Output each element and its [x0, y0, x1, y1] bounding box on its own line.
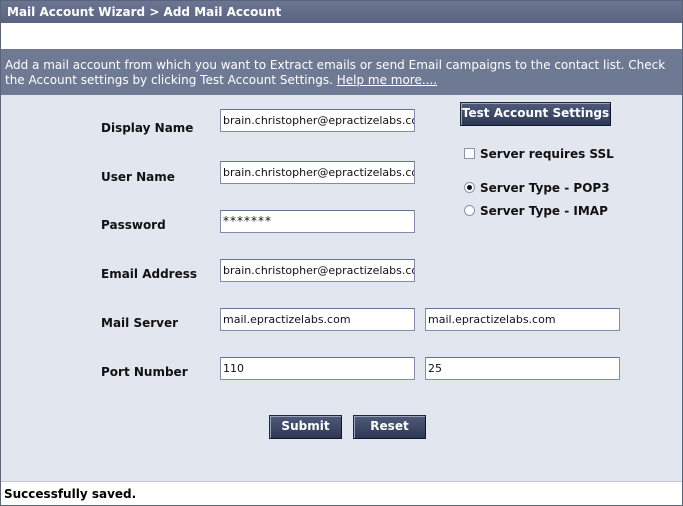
ssl-label: Server requires SSL — [480, 147, 614, 161]
user-name-label: User Name — [101, 170, 175, 184]
display-name-label: Display Name — [101, 121, 194, 135]
ssl-option[interactable]: Server requires SSL — [464, 147, 614, 161]
outgoing-port-input[interactable]: 25 — [425, 357, 620, 380]
pop3-option[interactable]: Server Type - POP3 — [464, 181, 610, 195]
imap-label: Server Type - IMAP — [480, 204, 608, 218]
info-text: Add a mail account from which you want t… — [5, 58, 666, 87]
pop3-radio[interactable] — [464, 182, 475, 193]
email-address-input[interactable]: brain.christopher@epractizelabs.com — [220, 259, 415, 282]
test-account-settings-button[interactable]: Test Account Settings — [460, 102, 611, 126]
form-area: Display Name brain.christopher@epractize… — [1, 95, 682, 481]
submit-button[interactable]: Submit — [269, 415, 342, 439]
port-number-label: Port Number — [101, 365, 188, 379]
user-name-input[interactable]: brain.christopher@epractizelabs.com — [220, 161, 415, 184]
mail-server-label: Mail Server — [101, 316, 179, 330]
reset-button[interactable]: Reset — [353, 415, 426, 439]
display-name-input[interactable]: brain.christopher@epractizelabs.com — [220, 109, 415, 132]
incoming-mail-server-input[interactable]: mail.epractizelabs.com — [220, 308, 415, 331]
info-banner: Add a mail account from which you want t… — [1, 49, 682, 95]
imap-radio[interactable] — [464, 205, 475, 216]
password-label: Password — [101, 218, 166, 232]
email-address-label: Email Address — [101, 267, 198, 281]
help-link[interactable]: Help me more.... — [337, 73, 437, 87]
ssl-checkbox[interactable] — [464, 148, 475, 159]
outgoing-mail-server-input[interactable]: mail.epractizelabs.com — [425, 308, 620, 331]
wizard-window: Mail Account Wizard > Add Mail Account A… — [0, 0, 683, 506]
password-input[interactable]: ******* — [220, 210, 415, 233]
incoming-port-input[interactable]: 110 — [220, 357, 415, 380]
pop3-label: Server Type - POP3 — [480, 181, 610, 195]
status-message: Successfully saved. — [1, 481, 682, 505]
imap-option[interactable]: Server Type - IMAP — [464, 204, 608, 218]
breadcrumb: Mail Account Wizard > Add Mail Account — [1, 1, 682, 23]
header-spacer — [1, 23, 682, 49]
